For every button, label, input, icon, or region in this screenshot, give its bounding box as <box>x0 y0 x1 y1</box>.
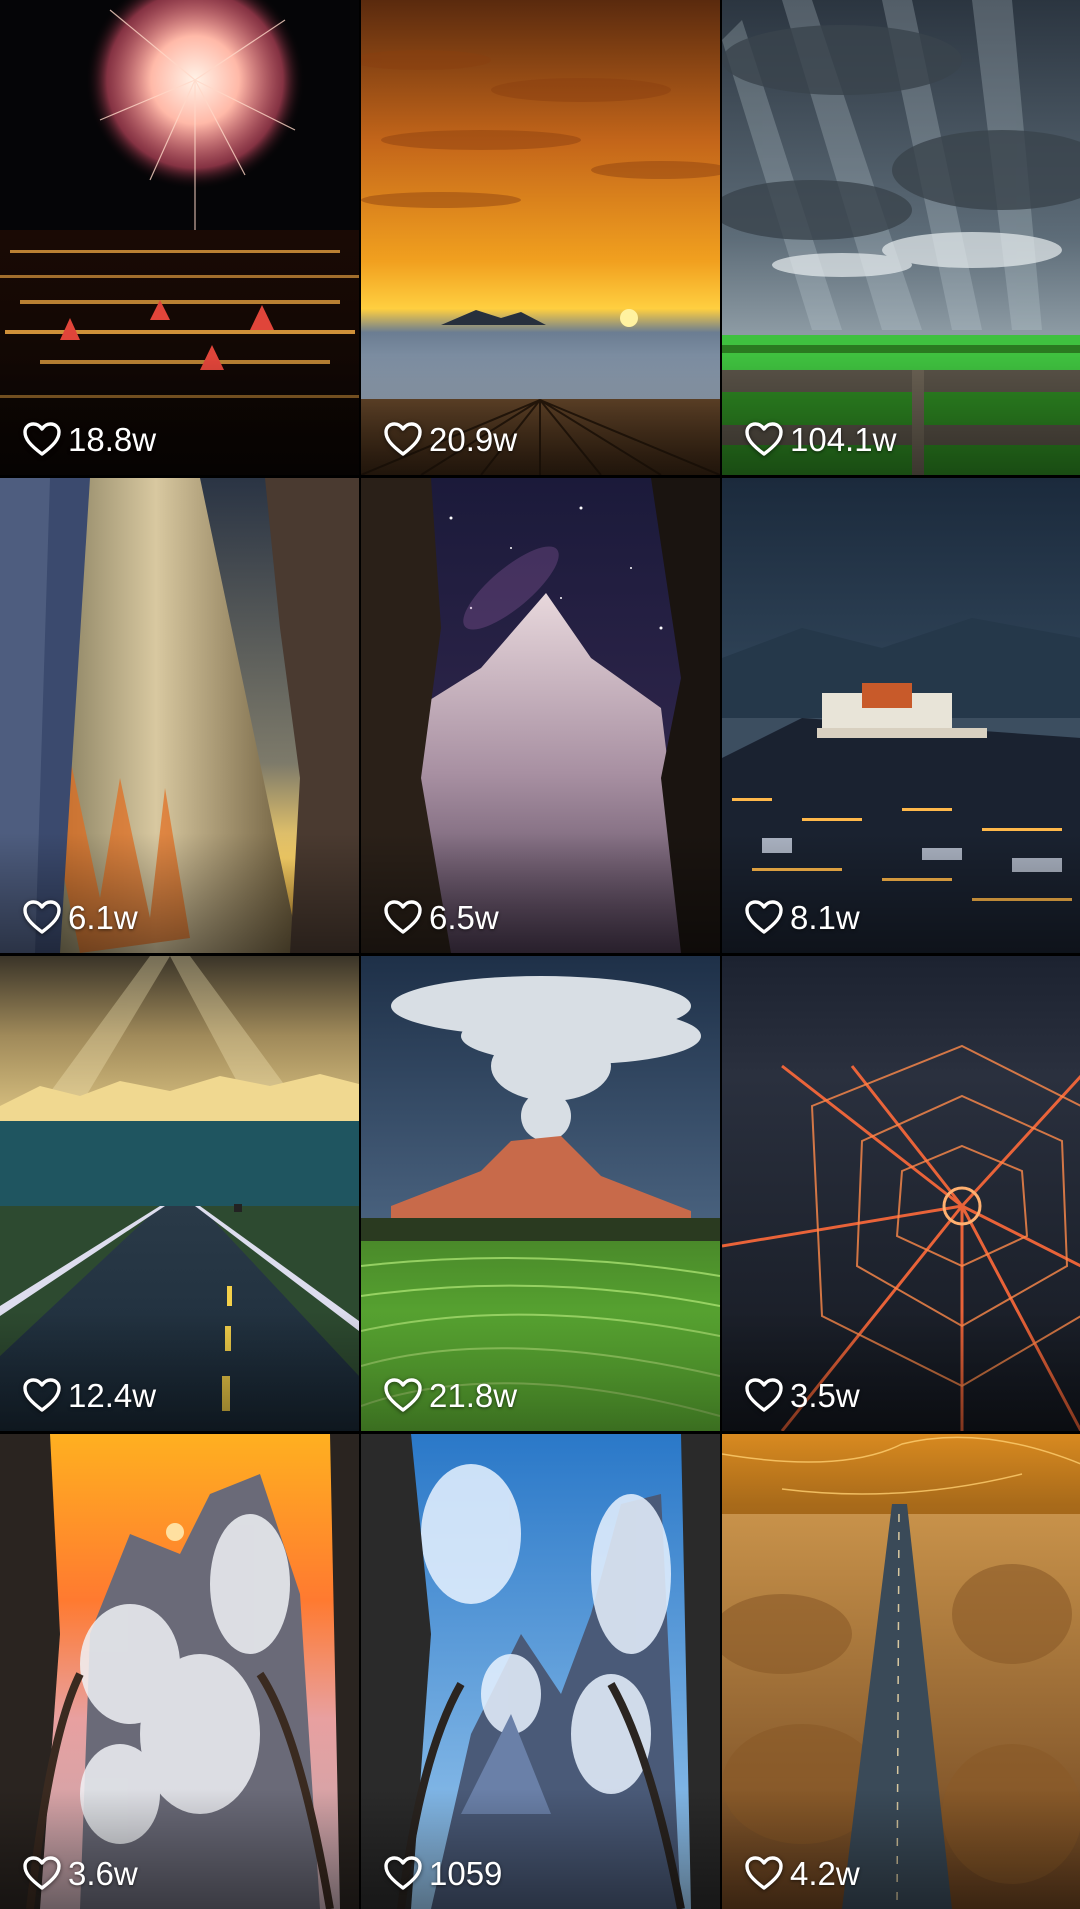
like-count[interactable]: 3.6w <box>22 1855 138 1891</box>
heart-outline-icon <box>384 1856 422 1890</box>
video-tile[interactable]: 104.1w <box>722 0 1080 475</box>
like-count-text: 12.4w <box>68 1376 157 1414</box>
like-count-text: 4.2w <box>790 1854 860 1892</box>
like-count-text: 3.6w <box>68 1854 138 1892</box>
video-tile[interactable]: 20.9w <box>361 0 720 475</box>
heart-outline-icon <box>745 900 783 934</box>
like-count-text: 20.9w <box>429 420 518 458</box>
video-tile[interactable]: 6.1w <box>0 478 359 953</box>
like-count[interactable]: 18.8w <box>22 421 156 457</box>
video-tile[interactable]: 8.1w <box>722 478 1080 953</box>
heart-outline-icon <box>745 1378 783 1412</box>
heart-outline-icon <box>384 1378 422 1412</box>
video-tile[interactable]: 12.4w <box>0 956 359 1431</box>
like-count-text: 104.1w <box>790 420 897 458</box>
thumbnail-image <box>0 1434 359 1909</box>
like-count-text: 8.1w <box>790 898 860 936</box>
like-count[interactable]: 6.1w <box>22 899 138 935</box>
like-count[interactable]: 6.5w <box>383 899 499 935</box>
thumbnail-image <box>361 478 720 953</box>
video-tile[interactable]: 3.6w <box>0 1434 359 1909</box>
like-count[interactable]: 12.4w <box>22 1377 156 1413</box>
like-count-text: 18.8w <box>68 420 157 458</box>
like-count[interactable]: 8.1w <box>744 899 860 935</box>
like-count[interactable]: 104.1w <box>744 421 896 457</box>
heart-outline-icon <box>23 422 61 456</box>
video-tile[interactable]: 6.5w <box>361 478 720 953</box>
video-tile[interactable]: 3.5w <box>722 956 1080 1431</box>
like-count-text: 6.5w <box>429 898 499 936</box>
thumbnail-image <box>722 1434 1080 1909</box>
thumbnail-image <box>722 956 1080 1431</box>
thumbnail-image <box>361 956 720 1431</box>
like-count-text: 6.1w <box>68 898 138 936</box>
video-tile[interactable]: 4.2w <box>722 1434 1080 1909</box>
heart-outline-icon <box>384 422 422 456</box>
like-count[interactable]: 20.9w <box>383 421 517 457</box>
heart-outline-icon <box>745 1856 783 1890</box>
thumbnail-image <box>0 956 359 1431</box>
thumbnail-image <box>0 0 359 475</box>
like-count-text: 1059 <box>429 1854 503 1892</box>
heart-outline-icon <box>23 900 61 934</box>
like-count[interactable]: 3.5w <box>744 1377 860 1413</box>
like-count-text: 21.8w <box>429 1376 518 1414</box>
like-count-text: 3.5w <box>790 1376 860 1414</box>
video-tile[interactable]: 1059 <box>361 1434 720 1909</box>
like-count[interactable]: 1059 <box>383 1855 502 1891</box>
thumbnail-image <box>722 478 1080 953</box>
video-tile[interactable]: 21.8w <box>361 956 720 1431</box>
heart-outline-icon <box>23 1856 61 1890</box>
like-count[interactable]: 4.2w <box>744 1855 860 1891</box>
video-tile[interactable]: 18.8w <box>0 0 359 475</box>
heart-outline-icon <box>23 1378 61 1412</box>
like-count[interactable]: 21.8w <box>383 1377 517 1413</box>
thumbnail-image <box>361 0 720 475</box>
thumbnail-image <box>361 1434 720 1909</box>
thumbnail-image <box>722 0 1080 475</box>
thumbnail-image <box>0 478 359 953</box>
video-grid: 18.8w 20.9w 104.1w 6.1w 6.5w 8.1w 12.4w … <box>0 0 1080 1909</box>
heart-outline-icon <box>745 422 783 456</box>
heart-outline-icon <box>384 900 422 934</box>
